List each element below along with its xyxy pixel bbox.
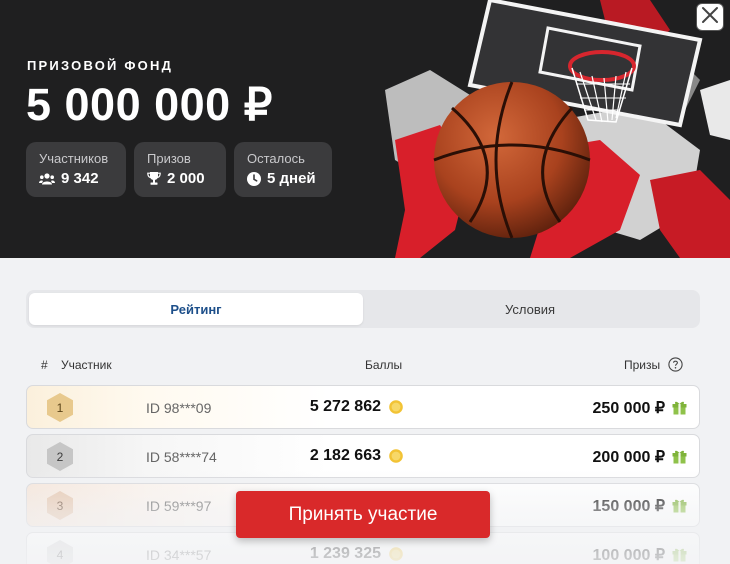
trophy-icon — [147, 172, 161, 185]
rank-number: 2 — [56, 450, 64, 464]
rank-number: 3 — [56, 499, 64, 513]
gift-icon — [672, 399, 687, 420]
stat-value: 2 000 — [167, 170, 205, 187]
prize-fund-amount: 5 000 000 ₽ — [26, 79, 273, 130]
stat-label: Призов — [147, 151, 191, 166]
stat-time-left: Осталось 5 дней — [234, 142, 332, 197]
stat-value: 5 дней — [267, 170, 316, 187]
rank-number: 1 — [56, 401, 64, 415]
coin-icon — [389, 547, 403, 564]
rank-badge: 2 — [47, 442, 73, 471]
stat-label: Осталось — [247, 151, 305, 166]
coin-icon — [389, 400, 403, 419]
prize-fund-label: ПРИЗОВОЙ ФОНД — [27, 58, 174, 73]
close-button[interactable] — [696, 3, 724, 31]
participant-id: ID 34***57 — [146, 547, 212, 563]
rank-badge: 3 — [47, 491, 73, 520]
coin-icon — [389, 449, 403, 468]
tab-rating[interactable]: Рейтинг — [29, 293, 363, 325]
rank-number: 4 — [56, 548, 64, 562]
prize-value: 200 000 ₽ — [592, 449, 665, 466]
tab-conditions[interactable]: Условия — [363, 293, 697, 325]
help-icon[interactable] — [668, 357, 683, 375]
points-value: 5 272 862 — [309, 398, 381, 415]
header-rank: # — [41, 358, 48, 372]
close-icon — [701, 6, 719, 29]
gift-icon — [672, 546, 687, 564]
participant-id: ID 59***97 — [146, 498, 212, 514]
join-button[interactable]: Принять участие — [236, 491, 490, 538]
stat-prizes: Призов 2 000 — [134, 142, 226, 197]
rank-badge: 4 — [47, 540, 73, 564]
tab-bar: Рейтинг Условия — [26, 290, 700, 328]
header-prizes: Призы — [624, 358, 661, 372]
gift-icon — [672, 448, 687, 469]
table-row[interactable]: 1 ID 98***09 5 272 862 250 000 ₽ — [26, 385, 700, 429]
header-participant: Участник — [61, 358, 112, 372]
table-row[interactable]: 2 ID 58****74 2 182 663 200 000 ₽ — [26, 434, 700, 478]
header-points: Баллы — [365, 358, 403, 372]
prize-value: 150 000 ₽ — [592, 498, 665, 515]
stat-value: 9 342 — [61, 170, 99, 187]
clock-icon — [247, 171, 261, 186]
leaderboard-header: # Участник Баллы Призы — [0, 357, 730, 375]
users-icon — [39, 172, 55, 185]
participant-id: ID 98***09 — [146, 400, 212, 416]
gift-icon — [672, 497, 687, 518]
prize-value: 250 000 ₽ — [592, 400, 665, 417]
rank-badge: 1 — [47, 393, 73, 422]
stat-participants: Участников 9 342 — [26, 142, 126, 197]
stat-label: Участников — [39, 151, 109, 166]
promo-banner: ПРИЗОВОЙ ФОНД 5 000 000 ₽ Участников 9 3… — [0, 0, 730, 258]
points-value: 1 239 325 — [309, 545, 381, 562]
prize-value: 100 000 ₽ — [592, 547, 665, 564]
points-value: 2 182 663 — [309, 447, 381, 464]
participant-id: ID 58****74 — [146, 449, 217, 465]
